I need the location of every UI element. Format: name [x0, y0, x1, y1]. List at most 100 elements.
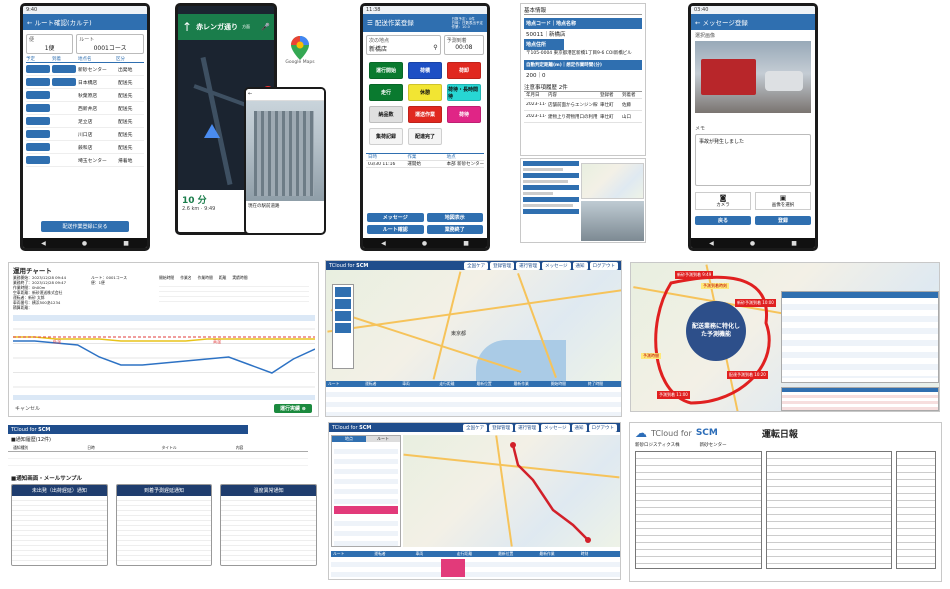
cloud-logo-icon: ☁	[635, 426, 647, 440]
work-button-9[interactable]: 集荷記録	[369, 128, 403, 145]
toolbar-operations[interactable]: 運行管理	[516, 261, 541, 270]
back-arrow-icon[interactable]: ←	[695, 19, 700, 27]
back-icon[interactable]: ◀	[709, 240, 714, 247]
toolbar-notify[interactable]: 通知	[572, 261, 588, 270]
thumb-map[interactable]	[581, 163, 644, 199]
back-arrow-icon[interactable]: ←	[27, 19, 32, 27]
work-button-8[interactable]: 荷待	[447, 106, 481, 123]
cancel-link[interactable]: キャンセル	[15, 405, 40, 412]
back-button[interactable]: 戻る	[695, 216, 751, 225]
bin-select[interactable]: 便 1便	[26, 34, 74, 54]
col-header[interactable]: 内容	[234, 445, 308, 451]
route-row[interactable]: 新砂センター 出発地	[26, 63, 144, 76]
sample-card-delay[interactable]: 到着予測遅延通知	[115, 484, 213, 566]
col-header[interactable]: 日時	[85, 445, 159, 451]
route-row[interactable]: 川口店 配送先	[26, 128, 144, 141]
operation-result-button[interactable]: 運行実績 ⊕	[274, 404, 312, 413]
work-button-1[interactable]: 荷積	[408, 62, 442, 79]
col-header[interactable]: タイトル	[160, 445, 234, 451]
sample-card-temperature[interactable]: 温度異常通知	[220, 484, 318, 566]
map-button[interactable]: 地図表示	[426, 213, 483, 222]
point-panel-thumb	[520, 158, 646, 243]
finish-button[interactable]: 業務終了	[426, 225, 483, 234]
work-button-4[interactable]: 休憩	[408, 84, 442, 101]
toolbar-logout[interactable]: ログアウト	[589, 261, 618, 270]
sample-card-departure[interactable]: 未出発（出荷遅延）通知	[11, 484, 108, 566]
operation-info: 業務開始：2023/12/28 09:44 ルート：0001コース 業務終了：202…	[13, 275, 133, 310]
work-button-7[interactable]: 運送作業	[408, 106, 442, 123]
col-header[interactable]: 運転者	[363, 381, 400, 387]
selected-image[interactable]	[695, 41, 811, 113]
gallery-button[interactable]: ▣ 画像を選択	[755, 192, 811, 210]
home-icon[interactable]: ●	[422, 240, 427, 247]
route-select[interactable]: ルート 0001コース	[76, 34, 144, 54]
toolbar-message[interactable]: メッセージ	[541, 423, 570, 432]
toolbar-message[interactable]: メッセージ	[542, 261, 571, 270]
route-pin-2[interactable]: 新砂予測到着 10:00	[735, 299, 776, 307]
route-pin-3[interactable]: 配達予測到着 10:20	[727, 371, 768, 379]
next-point-value: 新橋店	[369, 46, 388, 53]
col-header[interactable]: 開始時間	[549, 381, 586, 387]
toolbar-logout[interactable]: ログアウト	[588, 423, 617, 432]
plan-time-badge	[26, 65, 50, 73]
route-row[interactable]: 足立店 配送先	[26, 115, 144, 128]
back-icon[interactable]: ◀	[41, 240, 46, 247]
street-name: 赤レンガ通り	[196, 23, 239, 31]
work-bottom-buttons: メッセージ 地図表示 ルート確認 業務終了	[367, 213, 483, 234]
route-pin-1[interactable]: 新砂予測到着 9:49	[675, 271, 714, 279]
next-point-field[interactable]: 次の地点 新橋店 ⚲	[366, 35, 441, 55]
route-row[interactable]: 蕨和店 配送先	[26, 141, 144, 154]
bin-value: 1便	[44, 45, 55, 52]
toolbar-operations[interactable]: 運行管理	[515, 423, 540, 432]
col-header[interactable]: 走行距離	[437, 381, 474, 387]
work-button-5[interactable]: 荷待・長時間待	[447, 84, 481, 101]
back-icon[interactable]: ◀	[381, 240, 386, 247]
microphone-icon[interactable]: 🎤	[261, 23, 270, 31]
toolbar-region[interactable]: 全国ケア	[463, 423, 488, 432]
recents-icon[interactable]: ■	[123, 240, 129, 247]
point-type: 配送先	[118, 106, 133, 112]
message-phone: 03:40 ← メッセージ登録 選択画像 メモ 事故が発生しました ◙ カメラ …	[688, 3, 818, 251]
toolbar-register[interactable]: 登録管理	[489, 423, 514, 432]
toolbar-region[interactable]: 全国ケア	[464, 261, 489, 270]
operations-map[interactable]: 東京都	[326, 270, 621, 381]
route-row[interactable]: 秋葉原店 配送先	[26, 89, 144, 102]
work-button-10[interactable]: 配達完了	[408, 128, 442, 145]
col-header[interactable]: 最新作業	[512, 381, 549, 387]
home-icon[interactable]: ●	[82, 240, 87, 247]
work-button-6[interactable]: 納品数	[369, 106, 403, 123]
image-label: 選択画像	[695, 33, 716, 39]
route-row[interactable]: 埼玉センター 帰着地	[26, 154, 144, 167]
work-button-3[interactable]: 走行	[369, 84, 403, 101]
route-row[interactable]: 日本橋店 配送先	[26, 76, 144, 89]
map-road	[432, 271, 462, 380]
history-date: 2023-11-	[526, 102, 546, 107]
street-view-photo[interactable]	[246, 101, 324, 201]
route-pin-4[interactable]: 予測到着 11:00	[657, 391, 690, 399]
tracking-map[interactable]	[403, 435, 620, 547]
col-header[interactable]: 最新位置	[475, 381, 512, 387]
menu-icon[interactable]: ☰	[367, 19, 373, 27]
memo-input[interactable]: 事故が発生しました	[695, 134, 811, 186]
route-check-button[interactable]: ルート確認	[367, 225, 424, 234]
message-button[interactable]: メッセージ	[367, 213, 424, 222]
recents-icon[interactable]: ■	[463, 240, 469, 247]
col-header[interactable]: ルート	[326, 381, 363, 387]
work-button-2[interactable]: 荷卸	[447, 62, 481, 79]
recents-icon[interactable]: ■	[791, 240, 797, 247]
register-button[interactable]: 登録	[755, 216, 811, 225]
work-button-0[interactable]: 運行開始	[369, 62, 403, 79]
callout-time: 予測時間	[641, 353, 661, 359]
tab-points[interactable]: 地点	[332, 436, 366, 442]
col-header[interactable]: 通知種別	[11, 445, 85, 451]
home-icon[interactable]: ●	[750, 240, 755, 247]
camera-button[interactable]: ◙ カメラ	[695, 192, 751, 210]
work-log: 日時 作業 地点 03/30 11:16 運開始 本部 新砂センター	[366, 153, 484, 168]
col-header[interactable]: 終了時間	[586, 381, 621, 387]
toolbar-register[interactable]: 登録管理	[490, 261, 515, 270]
return-button[interactable]: 配送作業登録に戻る	[41, 221, 129, 232]
tab-routes[interactable]: ルート	[366, 436, 400, 442]
toolbar-notify[interactable]: 通知	[571, 423, 587, 432]
route-row[interactable]: 西新井店 配送先	[26, 102, 144, 115]
col-header[interactable]: 車両	[400, 381, 437, 387]
